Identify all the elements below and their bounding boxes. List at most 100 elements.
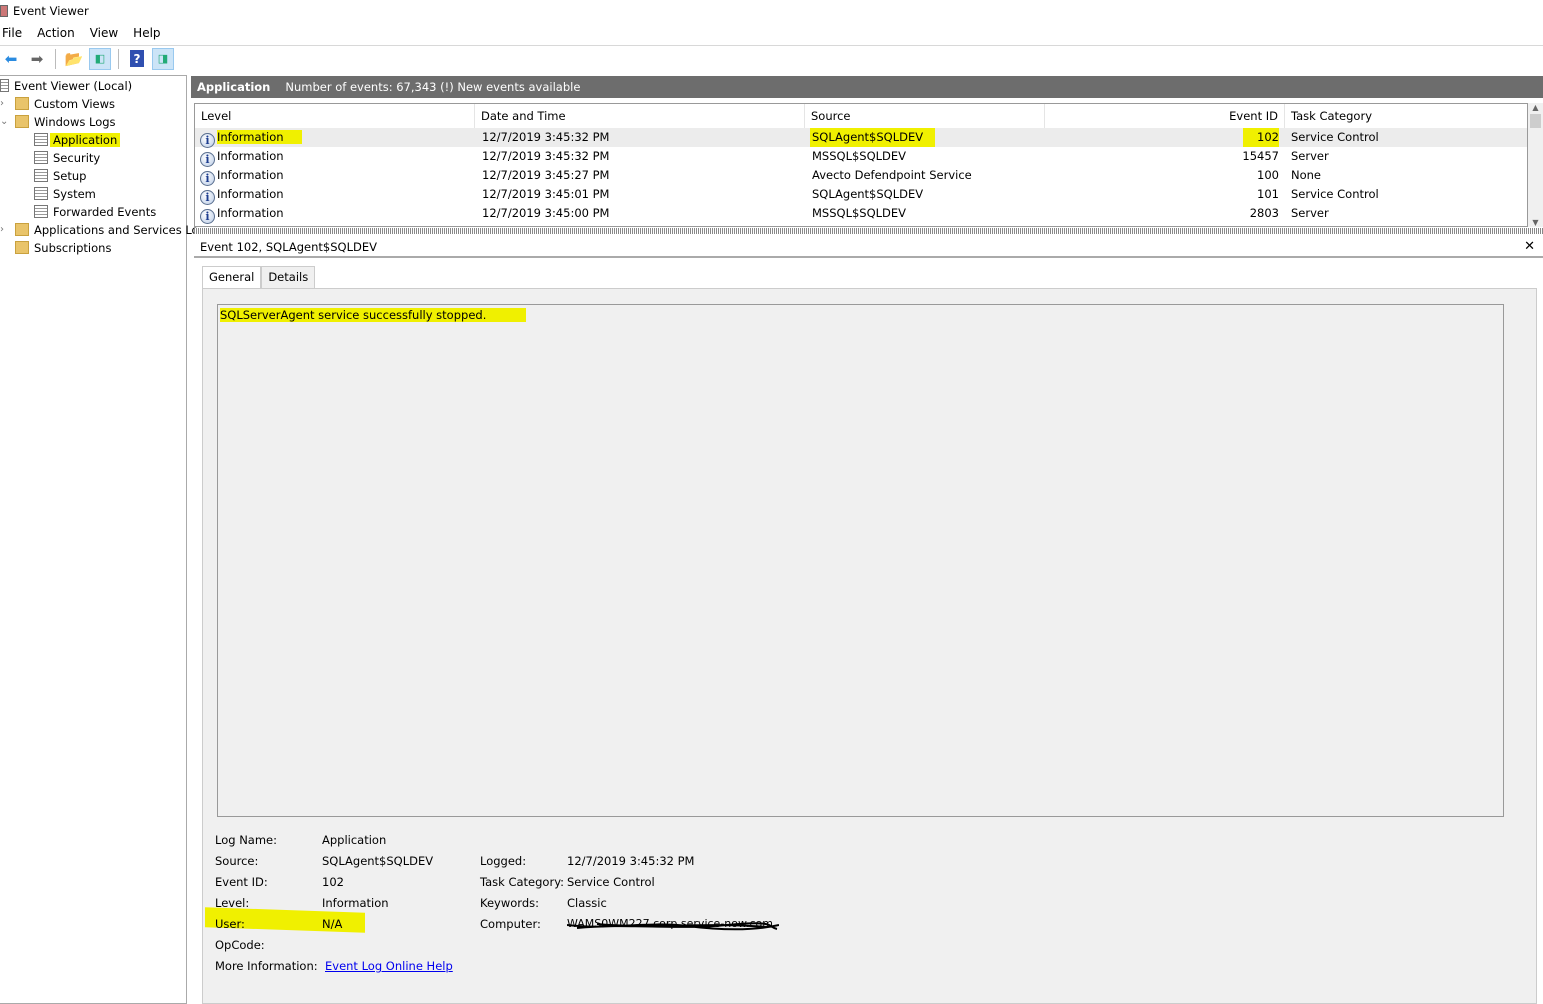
cell-task-category: Service Control — [1291, 187, 1379, 201]
cell-task-category: Service Control — [1291, 130, 1379, 144]
menu-action[interactable]: Action — [37, 23, 75, 44]
label-computer: Computer: — [480, 917, 541, 931]
log-icon — [34, 133, 48, 146]
cell-event-id: 101 — [1257, 187, 1279, 201]
column-date-time[interactable]: Date and Time — [475, 104, 805, 128]
tree-item-windows-logs[interactable]: ⌄ Windows Logs — [0, 113, 116, 131]
table-row[interactable]: i Information 12/7/2019 3:45:01 PM SQLAge… — [195, 185, 1527, 205]
information-icon: i — [200, 190, 215, 205]
cell-date-time: 12/7/2019 3:45:27 PM — [482, 168, 610, 182]
column-level[interactable]: Level — [195, 104, 475, 128]
menu-bar: File Action View Help — [0, 23, 161, 44]
cell-source: MSSQL$SQLDEV — [812, 149, 907, 163]
column-event-id[interactable]: Event ID — [1045, 104, 1285, 128]
expand-arrow-icon[interactable]: › — [0, 95, 4, 113]
tree-item-custom-views[interactable]: › Custom Views — [0, 95, 115, 113]
log-title: Application — [197, 80, 271, 94]
forward-arrow-icon[interactable]: ➡ — [26, 48, 48, 70]
tree-item-application[interactable]: Application — [34, 131, 121, 149]
back-arrow-icon[interactable]: ⬅ — [0, 48, 22, 70]
cell-date-time: 12/7/2019 3:45:00 PM — [482, 206, 610, 220]
pane-splitter[interactable] — [194, 228, 1543, 234]
menu-help[interactable]: Help — [133, 23, 160, 44]
toolbar-separator — [55, 48, 56, 69]
show-hide-tree-icon[interactable]: ◧ — [89, 47, 111, 70]
cell-level: Information — [217, 187, 284, 201]
tree-item-setup[interactable]: Setup — [34, 167, 86, 185]
log-header-bar: Application Number of events: 67,343 (!) … — [191, 76, 1543, 98]
cell-event-id: 102 — [1243, 128, 1279, 147]
event-log-online-help-link[interactable]: Event Log Online Help — [325, 959, 453, 973]
tree-label: Application — [50, 133, 121, 147]
cell-level: Information — [217, 130, 302, 144]
label-source: Source: — [215, 854, 259, 868]
collapse-arrow-icon[interactable]: ⌄ — [0, 113, 8, 131]
tab-details[interactable]: Details — [261, 266, 316, 288]
value-event-id: 102 — [322, 875, 344, 889]
value-source: SQLAgent$SQLDEV — [322, 854, 434, 868]
tree-item-security[interactable]: Security — [34, 149, 100, 167]
tab-general[interactable]: General — [202, 266, 262, 289]
filter-folder-icon — [15, 97, 29, 110]
label-keywords: Keywords: — [480, 896, 539, 910]
cell-source: MSSQL$SQLDEV — [812, 206, 907, 220]
tree-item-applications-and-services[interactable]: › Applications and Services Lo — [0, 221, 199, 239]
value-log-name: Application — [322, 833, 387, 847]
tree-label: Security — [53, 151, 101, 165]
cell-level: Information — [217, 149, 284, 163]
show-hide-action-pane-icon[interactable]: ◨ — [152, 47, 174, 70]
cell-task-category: None — [1291, 168, 1322, 182]
table-row[interactable]: i Information 12/7/2019 3:45:32 PM SQLAge… — [195, 128, 1527, 148]
tree-item-subscriptions[interactable]: Subscriptions — [15, 239, 111, 257]
help-icon[interactable]: ? — [130, 50, 144, 67]
label-log-name: Log Name: — [215, 833, 277, 847]
tree-item-system[interactable]: System — [34, 185, 96, 203]
cell-event-id: 2803 — [1249, 206, 1279, 220]
menu-view[interactable]: View — [90, 23, 118, 44]
column-task-category[interactable]: Task Category — [1285, 104, 1527, 128]
log-icon — [34, 151, 48, 164]
tree-item-event-viewer-local[interactable]: Event Viewer (Local) — [0, 77, 132, 95]
value-user: N/A — [322, 917, 343, 931]
table-row[interactable]: i Information 12/7/2019 3:45:27 PM Avecto… — [195, 166, 1527, 186]
cell-date-time: 12/7/2019 3:45:01 PM — [482, 187, 610, 201]
title-bar: Event Viewer — [0, 0, 1543, 22]
cell-level: Information — [217, 168, 284, 182]
information-icon: i — [200, 171, 215, 186]
cell-date-time: 12/7/2019 3:45:32 PM — [482, 130, 610, 144]
tree-label: Subscriptions — [34, 241, 112, 255]
menu-file[interactable]: File — [2, 23, 22, 44]
table-row[interactable]: i Information 12/7/2019 3:45:00 PM MSSQL$… — [195, 204, 1527, 224]
tree-label: Windows Logs — [34, 115, 116, 129]
redaction-scribble — [567, 922, 779, 931]
cell-source: SQLAgent$SQLDEV — [810, 128, 936, 147]
close-icon[interactable]: ✕ — [1524, 236, 1535, 258]
table-row[interactable]: i Information 12/7/2019 3:45:32 PM MSSQL$… — [195, 147, 1527, 167]
window-title: Event Viewer — [13, 4, 89, 18]
event-title: Event 102, SQLAgent$SQLDEV — [200, 240, 377, 254]
event-message-box[interactable]: SQLServerAgent service successfully stop… — [217, 304, 1504, 817]
label-task-category: Task Category: — [480, 875, 565, 889]
information-icon: i — [200, 152, 215, 167]
tree-label: Setup — [53, 169, 87, 183]
event-detail-header: Event 102, SQLAgent$SQLDEV ✕ — [194, 236, 1543, 258]
up-folder-icon[interactable]: 📂 — [63, 48, 85, 70]
expand-arrow-icon[interactable]: › — [0, 221, 4, 239]
value-logged: 12/7/2019 3:45:32 PM — [567, 854, 695, 868]
log-icon — [34, 187, 48, 200]
event-viewer-icon — [0, 5, 8, 17]
label-logged: Logged: — [480, 854, 527, 868]
tree-item-forwarded-events[interactable]: Forwarded Events — [34, 203, 156, 221]
tree-label: Applications and Services Lo — [34, 223, 199, 237]
cell-date-time: 12/7/2019 3:45:32 PM — [482, 149, 610, 163]
events-table-scrollbar[interactable]: ▲ ▼ — [1528, 103, 1543, 227]
cell-event-id: 15457 — [1242, 149, 1279, 163]
folder-icon — [15, 223, 29, 236]
tree-label: Forwarded Events — [53, 205, 157, 219]
value-level: Information — [322, 896, 389, 910]
cell-task-category: Server — [1291, 206, 1329, 220]
event-count: Number of events: 67,343 (!) New events … — [285, 80, 581, 94]
tree-label: Event Viewer (Local) — [14, 79, 133, 93]
event-tabs: General Details — [202, 266, 316, 289]
column-source[interactable]: Source — [805, 104, 1045, 128]
